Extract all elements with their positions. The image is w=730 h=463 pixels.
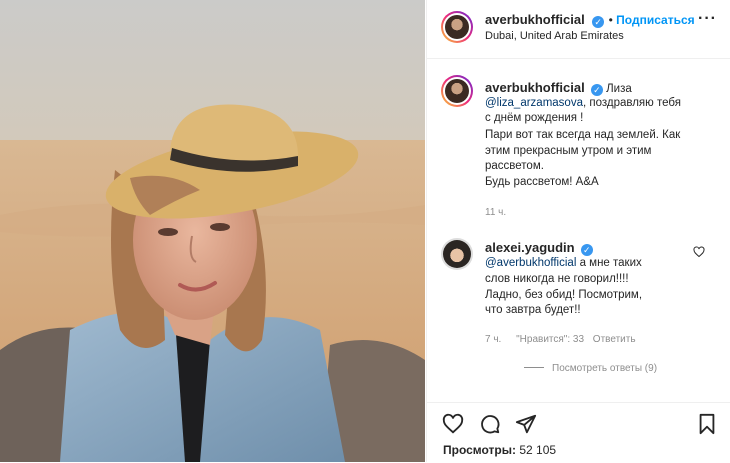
- follow-button[interactable]: Подписаться: [616, 13, 694, 27]
- verified-badge-icon: ✓: [580, 244, 593, 256]
- instagram-post: averbukhofficial ✓ • Подписаться Dubai, …: [0, 0, 730, 462]
- comment-timestamp[interactable]: 7 ч.: [485, 334, 501, 345]
- commenter-avatar[interactable]: [441, 238, 473, 270]
- caption-username[interactable]: averbukhofficial: [485, 80, 585, 95]
- comment-line-4: что завтра будет!!: [485, 304, 581, 316]
- author-username[interactable]: averbukhofficial: [485, 12, 585, 27]
- caption-line-1: @liza_arzamasova, поздравляю тебя: [485, 97, 681, 109]
- views-count: 52 105: [519, 443, 557, 457]
- caption-line-2: с днём рождения !: [485, 112, 584, 124]
- reply-button[interactable]: Ответить: [593, 334, 636, 345]
- caption-greeting: Лиза: [606, 83, 632, 95]
- comment-line-1: @averbukhofficial а мне таких: [485, 257, 642, 269]
- verified-badge-icon: ✓: [590, 84, 603, 96]
- views-label: Просмотры:: [443, 443, 517, 457]
- comment-mention-link[interactable]: @averbukhofficial: [485, 257, 576, 269]
- view-replies-link[interactable]: Посмотреть ответы (9): [552, 361, 657, 376]
- caption-avatar[interactable]: [441, 75, 473, 107]
- bookmark-icon[interactable]: [697, 413, 717, 435]
- caption-line-4: этим прекрасным утром и этим: [485, 145, 652, 157]
- comment-likes-count[interactable]: "Нравится": 33: [516, 334, 584, 345]
- post-side-panel: averbukhofficial ✓ • Подписаться Dubai, …: [426, 0, 730, 462]
- caption-mention-link[interactable]: @liza_arzamasova: [485, 97, 583, 109]
- author-avatar[interactable]: [441, 11, 473, 43]
- video-frame-illustration: [0, 0, 425, 462]
- post-actions-bar: Просмотры: 52 105: [427, 402, 730, 463]
- share-icon[interactable]: [515, 413, 537, 435]
- comment-icon[interactable]: [479, 413, 501, 435]
- heart-icon[interactable]: [442, 413, 464, 435]
- comment-line-3: Ладно, без обид! Посмотрим,: [485, 289, 643, 301]
- post-location[interactable]: Dubai, United Arab Emirates: [485, 30, 624, 42]
- replies-divider: [524, 367, 544, 368]
- post-video[interactable]: [0, 0, 425, 462]
- commenter-username[interactable]: alexei.yagudin: [485, 240, 575, 255]
- comment-like-heart-icon[interactable]: [693, 246, 705, 258]
- caption-line-5: рассветом.: [485, 160, 544, 172]
- comment-line-2: слов никогда не говорил!!!!: [485, 273, 629, 285]
- ellipsis-icon[interactable]: ···: [698, 10, 717, 28]
- comment-meta: 7 ч. "Нравится": 33 Ответить: [485, 332, 636, 347]
- views-counter[interactable]: Просмотры: 52 105: [443, 443, 556, 457]
- caption-line-3: Пари вот так всегда над землей. Как: [485, 129, 681, 141]
- post-header: averbukhofficial ✓ • Подписаться Dubai, …: [427, 0, 730, 59]
- caption-first-line: averbukhofficial ✓ Лиза: [485, 80, 632, 97]
- comment-first-line: alexei.yagudin ✓: [485, 240, 593, 257]
- verified-badge-icon: ✓: [592, 16, 605, 28]
- caption-timestamp[interactable]: 11 ч.: [485, 205, 506, 220]
- caption-line-6: Будь рассветом! А&А: [485, 176, 599, 188]
